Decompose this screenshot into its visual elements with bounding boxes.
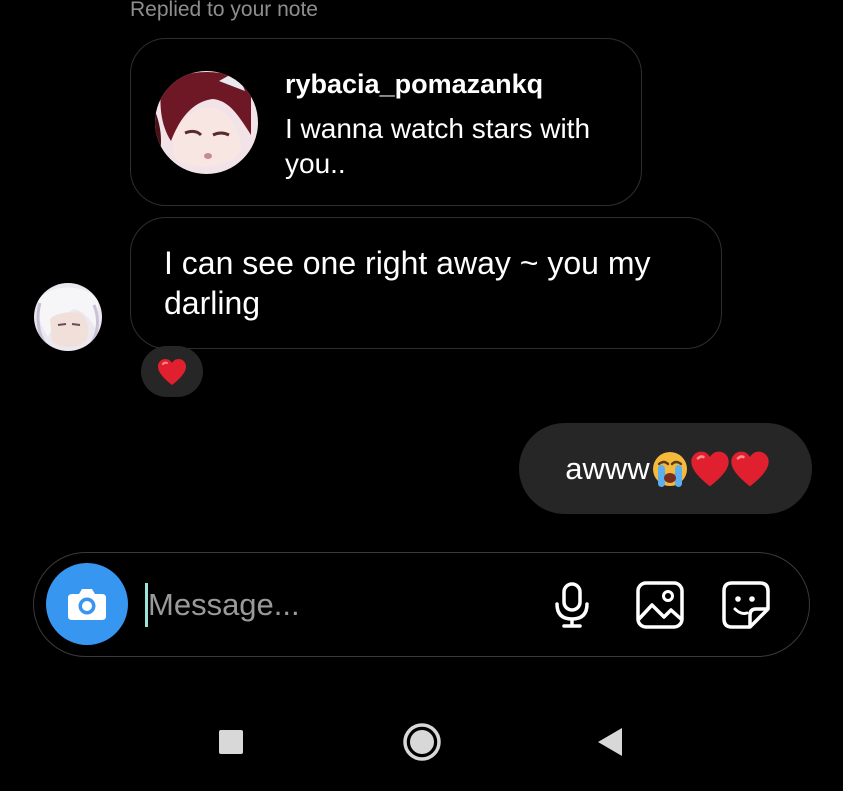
- message-reaction[interactable]: [141, 346, 203, 397]
- microphone-icon: [555, 582, 589, 628]
- camera-icon: [68, 589, 106, 620]
- red-heart-emoji: [158, 358, 186, 385]
- note-author-username[interactable]: rybacia_pomazankq: [285, 69, 543, 100]
- red-heart-emoji: [731, 451, 769, 486]
- replied-to-note-label: Replied to your note: [130, 0, 318, 21]
- note-reply-card[interactable]: rybacia_pomazankq I wanna watch stars wi…: [130, 38, 642, 206]
- recents-square-icon: [219, 730, 243, 754]
- sender-avatar[interactable]: [34, 283, 102, 351]
- sticker-icon: [722, 581, 770, 629]
- sticker-button[interactable]: [720, 579, 772, 631]
- home-button[interactable]: [401, 721, 443, 763]
- home-circle-icon: [403, 723, 441, 761]
- incoming-message-bubble[interactable]: I can see one right away ~ you my darlin…: [130, 217, 722, 349]
- note-author-avatar[interactable]: [155, 71, 258, 174]
- outgoing-message-bubble[interactable]: awww: [519, 423, 812, 514]
- loudly-crying-face-emoji: [652, 451, 687, 487]
- message-composer: [33, 552, 810, 657]
- recents-button[interactable]: [216, 727, 246, 757]
- gallery-icon: [636, 581, 684, 629]
- red-heart-emoji: [691, 451, 729, 486]
- back-triangle-icon: [598, 728, 622, 756]
- camera-button[interactable]: [46, 563, 128, 645]
- gallery-button[interactable]: [634, 579, 686, 631]
- voice-message-button[interactable]: [546, 579, 598, 631]
- message-input[interactable]: [148, 581, 538, 629]
- back-button[interactable]: [594, 726, 626, 758]
- outgoing-message-text: awww: [565, 450, 650, 486]
- note-text: I wanna watch stars with you..: [285, 113, 591, 179]
